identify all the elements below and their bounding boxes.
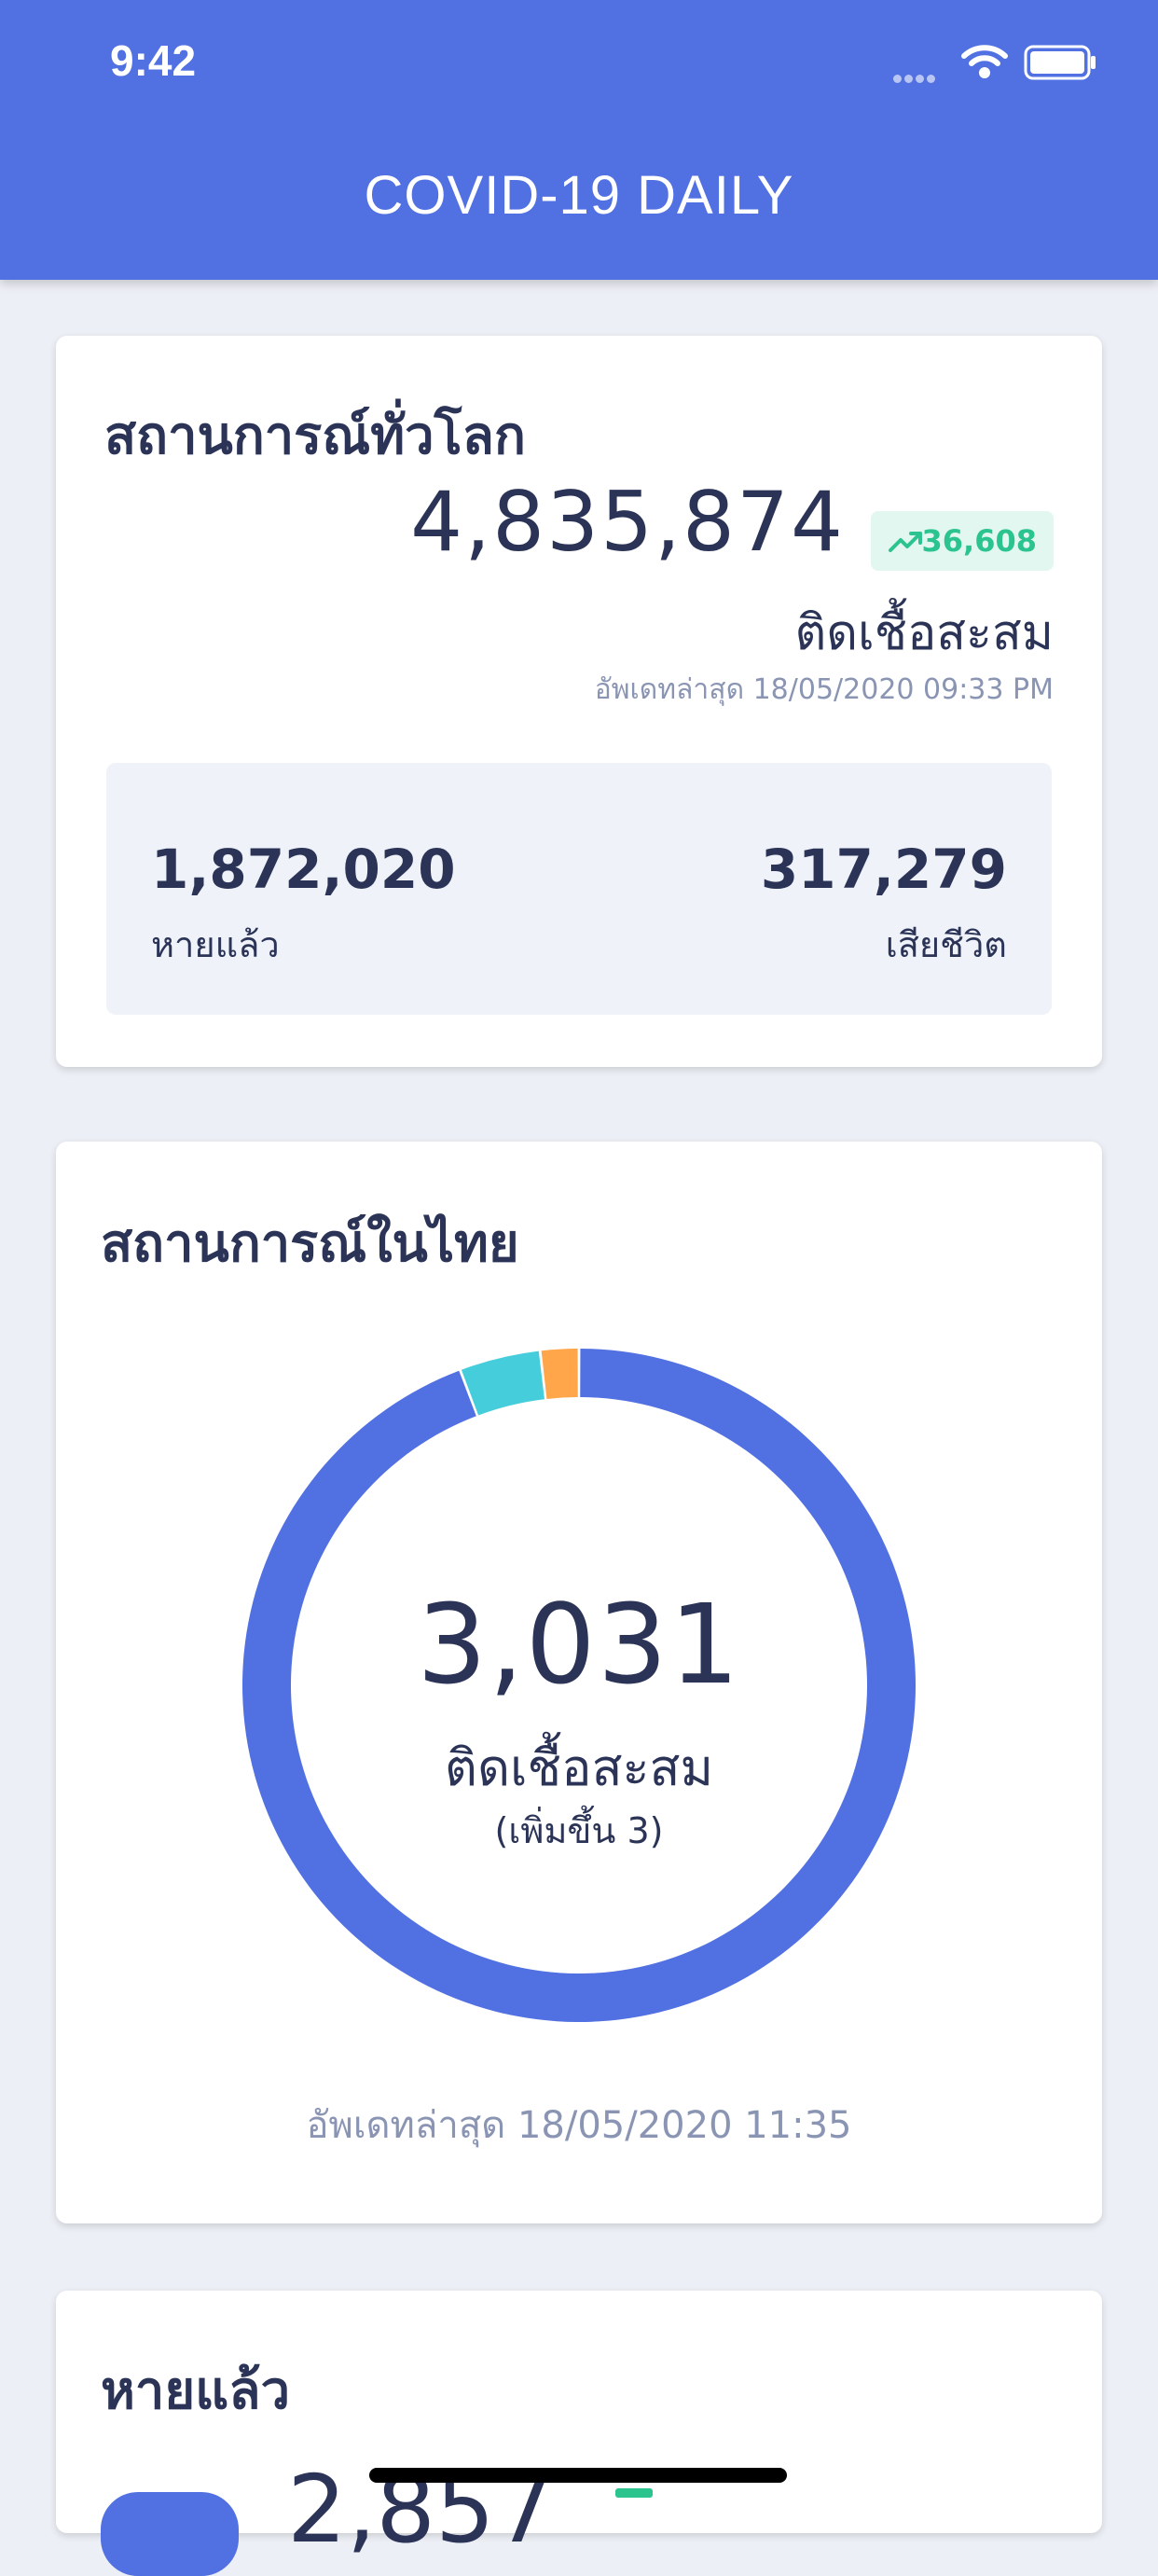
world-recovered-label: หายแล้ว (151, 924, 280, 965)
world-deaths-label: เสียชีวิต (885, 924, 1007, 965)
world-confirmed-change: 36,608 (921, 523, 1037, 559)
cellular-signal-icon (893, 69, 938, 87)
world-confirmed-count: 4,835,874 (410, 474, 845, 570)
recovered-color-badge (101, 2492, 239, 2576)
world-card-title: สถานการณ์ทั่วโลก (104, 406, 526, 466)
recovered-card-title: หายแล้ว (101, 2361, 291, 2421)
wifi-icon (961, 45, 1008, 78)
thailand-confirmed-change: (เพิ่มขึ้น 3) (494, 1810, 664, 1851)
recovered-trend-mark (615, 2488, 653, 2498)
battery-icon (1024, 45, 1096, 80)
world-confirmed-change-badge: 36,608 (871, 511, 1054, 571)
world-updated-time: อัพเดทล่าสุด 18/05/2020 09:33 PM (594, 673, 1054, 706)
world-recovered-count: 1,872,020 (151, 838, 456, 901)
status-time: 9:42 (110, 36, 197, 85)
thailand-card-title: สถานการณ์ในไทย (101, 1213, 519, 1274)
thailand-updated-time: อัพเดทล่าสุด 18/05/2020 11:35 (306, 2104, 852, 2147)
home-indicator (369, 2468, 787, 2483)
app-header: 9:42 COVID-19 DAILY (0, 0, 1158, 280)
donut-slice-2 (541, 1349, 578, 1399)
trending-up-icon (889, 532, 922, 552)
thailand-summary-card: สถานการณ์ในไทย 3,031 ติดเชื้อสะสม (เพิ่ม… (56, 1142, 1102, 2223)
recovered-card: หายแล้ว 2,857 (56, 2291, 1102, 2576)
donut-slice-1 (461, 1350, 545, 1416)
world-deaths-count: 317,279 (760, 838, 1007, 901)
thailand-confirmed-label: ติดเชื้อสะสม (444, 1738, 714, 1797)
thailand-confirmed-count: 3,031 (417, 1580, 741, 1709)
world-summary-card: สถานการณ์ทั่วโลก 4,835,874 36,608 ติดเชื… (56, 336, 1102, 1067)
app-title: COVID-19 DAILY (364, 165, 794, 226)
world-stats-box: 1,872,020 หายแล้ว 317,279 เสียชีวิต (106, 763, 1052, 1015)
world-confirmed-label: ติดเชื้อสะสม (794, 605, 1054, 661)
